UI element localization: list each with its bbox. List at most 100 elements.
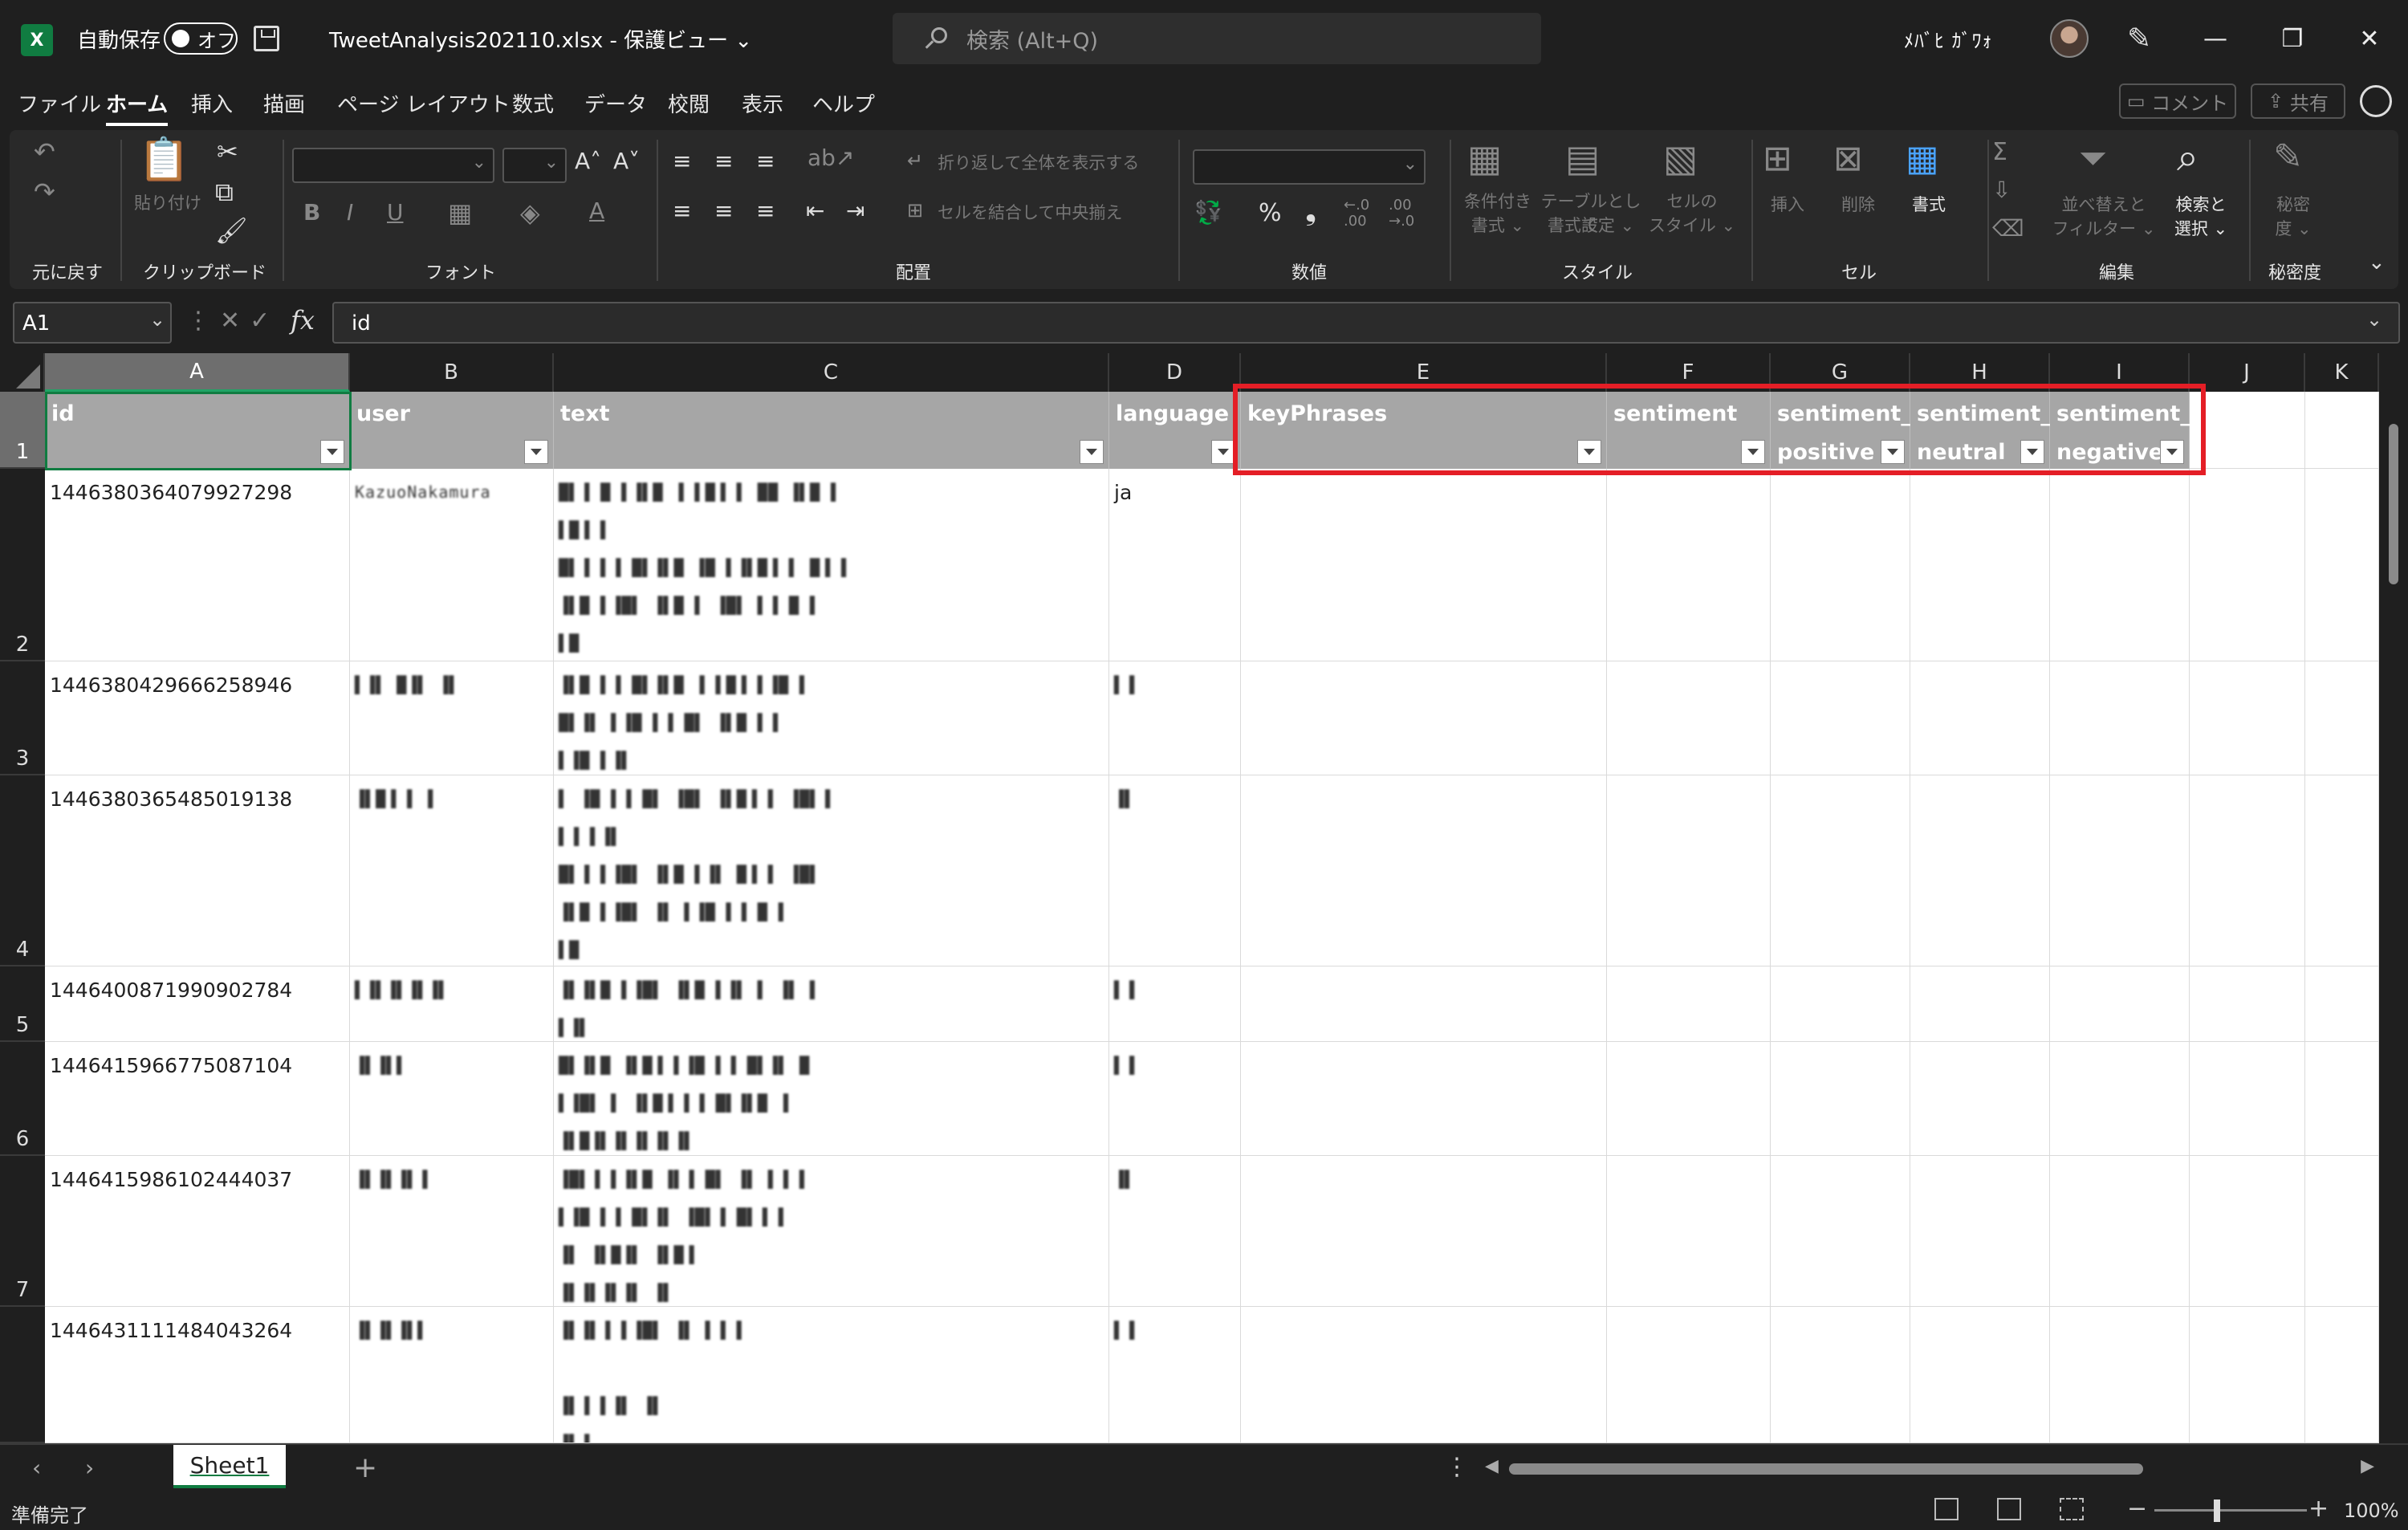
next-sheet-icon[interactable]: › [85,1455,94,1481]
empty-cell[interactable] [2190,966,2305,1042]
cell-text-redacted[interactable]: ▐▌█ ▌▐ █▌▐▌█ ▐ ▌█▐ ▌▐█ ▌ █▌▐▌ ▌▐█ ▌▐ █▌ ▐… [554,661,1109,775]
cell-id[interactable]: 1446400871990902784 [45,966,350,1042]
header-cell-keyphrases[interactable]: keyPhrases [1241,392,1607,469]
empty-cell[interactable] [2050,469,2190,661]
cell-language-redacted[interactable]: ▐▌ [1109,1156,1241,1307]
cell-id[interactable]: 1446415966775087104 [45,1042,350,1156]
increase-indent-icon[interactable]: ⇥ [846,197,864,224]
clear-icon[interactable]: ⌫ [1992,215,2024,242]
underline-icon[interactable]: U [387,199,404,226]
cell-user-redacted[interactable]: ▐▌▐▌▐▌▐ [350,1156,554,1307]
tab-help[interactable]: ヘルプ [812,88,875,118]
filter-dropdown-button[interactable] [320,440,344,464]
close-button[interactable]: ✕ [2331,0,2408,77]
align-middle-icon[interactable]: ≡ [714,148,733,174]
wrap-text-icon[interactable]: ↵ [907,149,923,172]
format-cells-icon[interactable]: ▦ [1906,138,1939,179]
redo-icon[interactable]: ↷ [34,177,55,207]
empty-cell[interactable] [1241,775,1607,966]
shrink-font-icon[interactable]: A˅ [613,148,640,174]
paste-icon[interactable]: 📋 [138,135,190,184]
format-painter-icon[interactable]: 🖌 [215,215,248,246]
column-header-g[interactable]: G [1771,353,1910,392]
empty-cell[interactable] [1910,775,2050,966]
cell-language-redacted[interactable]: ▌▐ [1109,661,1241,775]
empty-cell[interactable] [1910,966,2050,1042]
expand-formula-icon[interactable]: ⌄ [2366,308,2382,331]
merge-center-label[interactable]: セルを結合して中央揃え [938,201,1122,225]
save-icon[interactable] [254,26,279,51]
formula-input[interactable]: id [332,302,2400,344]
more-options-icon[interactable]: ⋮ [1445,1453,1469,1481]
cell-text-redacted[interactable]: ▌ ▐█ ▌▐ █▌ ▐█▌ ▐▌█▐ ▌ ▐█▌▐ ▌▐ ▌▐▌ █▌▐ ▌▐█▌… [554,775,1109,966]
find-select-icon[interactable]: ⌕ [2177,135,2199,181]
chevron-down-icon[interactable]: ⌄ [149,308,165,331]
tab-draw[interactable]: 描画 [263,88,305,118]
empty-cell[interactable] [1771,775,1910,966]
cut-icon[interactable]: ✂ [217,136,238,167]
font-color-icon[interactable]: A [589,197,604,224]
row-header-8[interactable] [0,1307,45,1443]
header-cell-sentiment-negative[interactable]: sentiment_ negative [2050,392,2191,469]
insert-cells-icon[interactable]: ⊞ [1763,138,1792,179]
empty-cell[interactable] [2190,392,2305,469]
sheet-tab-sheet1[interactable]: Sheet1 [173,1445,286,1488]
empty-cell[interactable] [2190,775,2305,966]
cell-user-redacted[interactable]: ▐▌▐▌▌ [350,1042,554,1156]
scroll-left-icon[interactable]: ◀ [1485,1456,1499,1476]
header-cell-id[interactable]: id [45,392,350,469]
empty-cell[interactable] [2190,1156,2305,1307]
column-header-d[interactable]: D [1109,353,1241,392]
filter-dropdown-button[interactable] [1080,440,1104,464]
header-cell-sentiment[interactable]: sentiment [1607,392,1771,469]
empty-cell[interactable] [1607,661,1771,775]
font-size-dropdown[interactable] [502,148,567,183]
empty-cell[interactable] [1607,775,1771,966]
filter-dropdown-button[interactable] [1577,440,1601,464]
cell-language-redacted[interactable]: ▌▐ [1109,966,1241,1042]
empty-cell[interactable] [1607,966,1771,1042]
sort-filter-icon[interactable]: ⏷ [2079,138,2107,179]
page-break-view-icon[interactable] [2060,1498,2084,1520]
empty-cell[interactable] [1910,1042,2050,1156]
column-header-e[interactable]: E [1241,353,1607,392]
empty-cell[interactable] [2050,1042,2190,1156]
empty-cell[interactable] [2305,1156,2379,1307]
align-top-icon[interactable]: ≡ [673,148,691,174]
empty-cell[interactable] [1241,1156,1607,1307]
maximize-button[interactable]: ❐ [2254,0,2331,77]
align-center-icon[interactable]: ≡ [714,197,733,224]
format-cells-label[interactable]: 書式 [1893,193,1965,217]
user-name[interactable]: ﾒﾊﾞﾋ ｶﾞﾜｫ [1904,0,1993,77]
empty-cell[interactable] [2305,661,2379,775]
empty-cell[interactable] [1910,469,2050,661]
row-header-1[interactable]: 1 [0,392,45,469]
cell-id[interactable]: 1446431111484043264 [45,1307,350,1443]
cell-user-redacted[interactable]: ▌▐▌▐▌▐▌▐▌ [350,966,554,1042]
select-all-corner[interactable] [0,353,45,392]
empty-cell[interactable] [2305,1307,2379,1443]
zoom-slider[interactable] [2154,1509,2307,1512]
header-cell-language[interactable]: language [1109,392,1241,469]
row-header-3[interactable]: 3 [0,661,45,775]
cell-user-redacted[interactable]: ▐▌▐▌▐▌▌ [350,1307,554,1443]
merge-center-icon[interactable]: ⊞ [907,199,923,222]
filter-dropdown-button[interactable] [2160,440,2184,464]
page-layout-view-icon[interactable] [1997,1498,2021,1520]
cell-language[interactable]: ja [1109,469,1241,661]
delete-cells-icon[interactable]: ⊠ [1833,138,1863,179]
empty-cell[interactable] [2050,775,2190,966]
decrease-decimal-icon[interactable]: .00 →.0 [1389,197,1414,230]
autosum-icon[interactable]: Σ [1992,138,2007,166]
header-cell-user[interactable]: user [350,392,554,469]
column-header-b[interactable]: B [350,353,554,392]
add-sheet-button[interactable]: + [353,1451,377,1484]
column-header-h[interactable]: H [1910,353,2050,392]
row-header-5[interactable]: 5 [0,966,45,1042]
filter-dropdown-button[interactable] [1881,440,1905,464]
cell-id[interactable]: 1446415986102444037 [45,1156,350,1307]
empty-cell[interactable] [1910,1307,2050,1443]
empty-cell[interactable] [1241,1042,1607,1156]
empty-cell[interactable] [1771,1042,1910,1156]
empty-cell[interactable] [1607,1307,1771,1443]
